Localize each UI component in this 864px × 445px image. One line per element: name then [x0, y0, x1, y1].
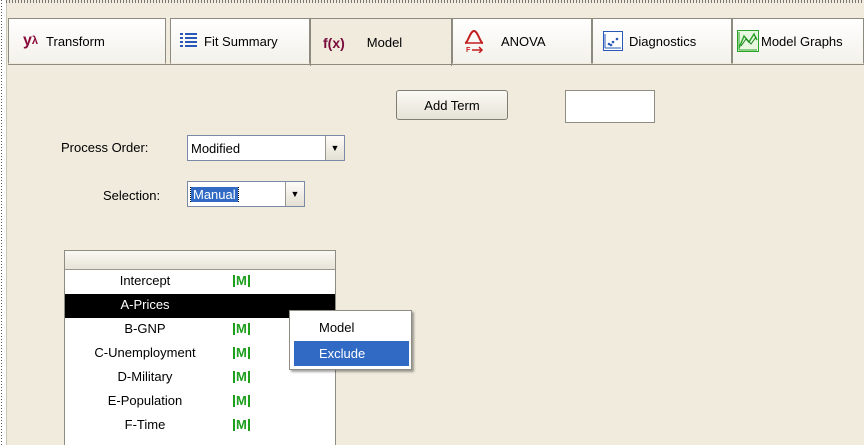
tab-transform[interactable]: yλ Transform	[8, 18, 166, 64]
f-test-icon: F	[463, 29, 485, 53]
table-row[interactable]: F-Time M	[65, 414, 335, 438]
term-name: A-Prices	[120, 297, 170, 312]
tab-fit-summary[interactable]: Fit Summary	[170, 18, 310, 64]
tab-transform-label: Transform	[46, 33, 105, 49]
selection-select[interactable]: Manual ▼	[187, 181, 305, 207]
process-order-value: Modified	[191, 140, 241, 156]
tab-bar: yλ Transform Fit Summary f(x) Model F AN…	[8, 18, 864, 66]
table-row[interactable]: Intercept M	[65, 270, 335, 294]
term-name: Intercept	[119, 273, 171, 288]
fx-icon: f(x)	[323, 34, 345, 51]
chevron-down-icon[interactable]: ▼	[285, 182, 304, 206]
process-order-select[interactable]: Modified ▼	[187, 135, 345, 161]
grid-header	[65, 251, 335, 270]
tab-fit-summary-label: Fit Summary	[204, 33, 278, 49]
table-row[interactable]: E-Population M	[65, 390, 335, 414]
tab-model[interactable]: f(x) Model	[310, 18, 452, 66]
tab-diagnostics[interactable]: Diagnostics	[592, 18, 732, 64]
term-name: C-Unemployment	[94, 345, 196, 360]
model-mark-icon[interactable]: M	[233, 345, 250, 360]
menu-item-model[interactable]: Model	[294, 315, 409, 340]
model-mark-icon[interactable]: M	[233, 369, 250, 384]
tab-anova[interactable]: F ANOVA	[452, 18, 592, 64]
tab-model-graphs-label: Model Graphs	[761, 33, 843, 49]
top-dotted-border	[6, 0, 864, 3]
context-menu: Model Exclude	[289, 310, 412, 370]
chevron-down-icon[interactable]: ▼	[325, 136, 344, 160]
add-term-button[interactable]: Add Term	[396, 90, 508, 120]
selection-value: Manual	[190, 186, 239, 202]
term-input[interactable]	[565, 90, 655, 123]
window-left-border	[0, 0, 7, 445]
tab-model-graphs[interactable]: Model Graphs	[732, 18, 864, 64]
scatter-icon	[603, 31, 623, 51]
list-icon	[179, 32, 199, 50]
selection-label: Selection:	[103, 188, 161, 203]
tab-anova-label: ANOVA	[501, 33, 546, 49]
model-mark-icon[interactable]: M	[233, 321, 250, 336]
surface-graph-icon	[737, 30, 759, 52]
menu-item-exclude[interactable]: Exclude	[294, 341, 409, 366]
term-name: E-Population	[107, 393, 183, 408]
tab-model-label: Model	[366, 35, 403, 50]
svg-text:F: F	[466, 47, 471, 53]
model-mark-icon[interactable]: M	[233, 273, 250, 288]
term-name: D-Military	[117, 369, 173, 384]
model-mark-icon[interactable]: M	[233, 417, 250, 432]
tab-bar-divider	[8, 64, 864, 65]
term-name: F-Time	[124, 417, 166, 432]
model-mark-icon[interactable]: M	[233, 393, 250, 408]
term-name: B-GNP	[124, 321, 166, 336]
process-order-label: Process Order:	[61, 140, 149, 155]
tab-diagnostics-label: Diagnostics	[629, 33, 697, 49]
y-lambda-icon: yλ	[23, 32, 39, 49]
